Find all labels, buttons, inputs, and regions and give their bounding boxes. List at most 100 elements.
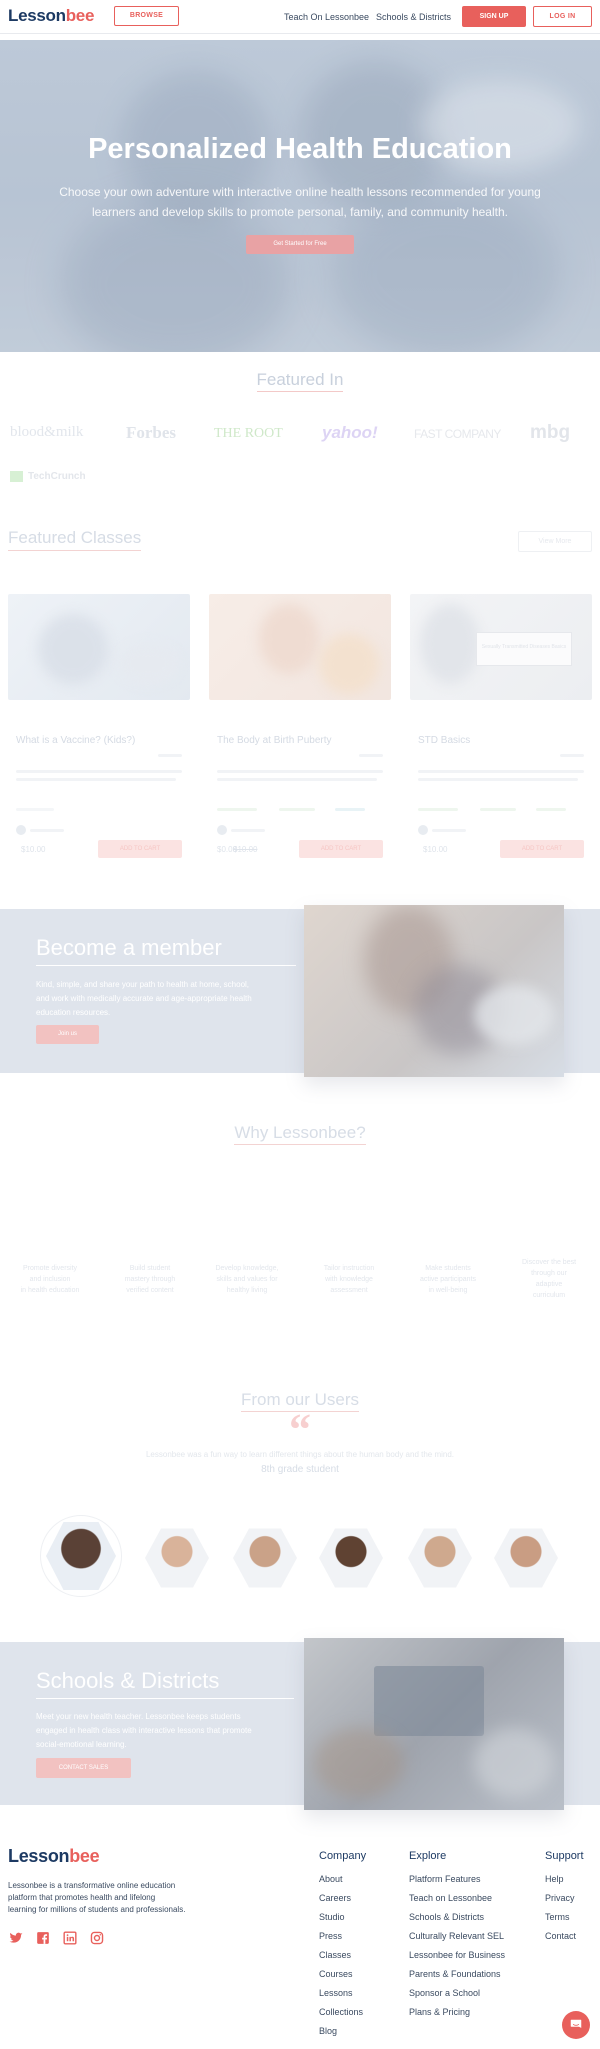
- user-avatar-2[interactable]: [145, 1528, 209, 1588]
- site-logo[interactable]: Lessonbee: [8, 6, 94, 26]
- class-card-image: [209, 594, 391, 700]
- footer-link-contact[interactable]: Contact: [545, 1931, 576, 1941]
- instructor-avatar: [16, 825, 26, 835]
- twitter-icon[interactable]: [9, 1931, 23, 1945]
- footer-logo[interactable]: Lessonbee: [8, 1846, 100, 1867]
- footer-link-collections[interactable]: Collections: [319, 2007, 363, 2017]
- schools-photo: [304, 1638, 564, 1810]
- class-card-1[interactable]: What is a Vaccine? (Kids?) $10.00 ADD TO…: [8, 594, 190, 864]
- footer-link-terms[interactable]: Terms: [545, 1912, 570, 1922]
- class-card-price: $10.00: [423, 845, 448, 854]
- logo-text-lesson: Lesson: [8, 6, 66, 25]
- become-member-heading: Become a member: [36, 935, 296, 966]
- teach-on-lessonbee-link[interactable]: Teach On Lessonbee: [284, 12, 369, 22]
- browse-button[interactable]: BROWSE: [114, 6, 179, 26]
- member-photo: [304, 905, 564, 1077]
- become-member-body: Kind, simple, and share your path to hea…: [36, 978, 252, 1020]
- footer-link-parents-foundations[interactable]: Parents & Foundations: [409, 1969, 501, 1979]
- footer-link-classes[interactable]: Classes: [319, 1950, 351, 1960]
- featured-classes-heading: Featured Classes: [8, 528, 142, 551]
- footer-link-plans-pricing[interactable]: Plans & Pricing: [409, 2007, 470, 2017]
- logo-text-bee: bee: [69, 1846, 100, 1866]
- user-avatar-6[interactable]: [494, 1528, 558, 1588]
- class-card-3[interactable]: Sexually Transmitted Diseases Basics STD…: [410, 594, 592, 864]
- why-lessonbee-section: Why Lessonbee?: [0, 1123, 600, 1145]
- add-to-cart-button[interactable]: ADD TO CART: [299, 840, 383, 858]
- logo-fast-company: FAST COMPANY: [414, 427, 501, 441]
- footer-link-lessons[interactable]: Lessons: [319, 1988, 353, 1998]
- footer-link-blog[interactable]: Blog: [319, 2026, 337, 2036]
- logo-techcrunch: TechCrunch: [28, 471, 86, 482]
- footer-link-privacy[interactable]: Privacy: [545, 1893, 575, 1903]
- get-started-button[interactable]: Get Started for Free: [246, 235, 354, 254]
- why-item-3: Develop knowledge, skills and values for h…: [215, 1265, 279, 1294]
- class-card-2[interactable]: The Body at Birth Puberty $0.00 $10.00 A…: [209, 594, 391, 864]
- footer-link-culturally-relevant-sel[interactable]: Culturally Relevant SEL: [409, 1931, 504, 1941]
- view-more-button[interactable]: View More: [518, 531, 592, 552]
- footer-link-press[interactable]: Press: [319, 1931, 342, 1941]
- member-body-line: and work with medically accurate and age…: [36, 994, 252, 1003]
- schools-districts-heading: Schools & Districts: [36, 1668, 294, 1699]
- hero-subtitle-line-2: learners and develop skills to promote p…: [92, 205, 508, 219]
- logo-blood-and-milk: blood&milk: [10, 424, 84, 440]
- facebook-icon[interactable]: [36, 1931, 50, 1945]
- class-card-title: STD Basics: [418, 735, 471, 746]
- footer-link-courses[interactable]: Courses: [319, 1969, 353, 1979]
- footer-link-platform-features[interactable]: Platform Features: [409, 1874, 481, 1884]
- techcrunch-icon: [10, 471, 23, 482]
- chat-icon[interactable]: [562, 2011, 590, 2039]
- join-us-button[interactable]: Join us: [36, 1025, 99, 1044]
- logo-text-bee: bee: [65, 6, 95, 25]
- class-card-price: $10.00: [21, 845, 46, 854]
- logo-the-root: THE ROOT: [214, 426, 283, 441]
- logo-forbes: Forbes: [126, 423, 177, 442]
- why-item-1: Promote diversity and inclusion in health …: [20, 1265, 80, 1294]
- user-avatar-5[interactable]: [408, 1528, 472, 1588]
- featured-in-section: Featured In: [0, 370, 600, 392]
- class-card-image: [8, 594, 190, 700]
- footer-link-lessonbee-for-business[interactable]: Lessonbee for Business: [409, 1950, 505, 1960]
- class-card-image: Sexually Transmitted Diseases Basics: [410, 594, 592, 700]
- sign-up-button[interactable]: SIGN UP: [462, 6, 526, 27]
- user-quote-text: Lessonbee was a fun way to learn differe…: [145, 1450, 455, 1459]
- why-item-4: Tailor instruction with knowledge assessme…: [323, 1265, 375, 1294]
- linkedin-icon[interactable]: [63, 1931, 77, 1945]
- logo-yahoo: yahoo!: [322, 423, 378, 442]
- why-item-2: Build student mastery through verified con…: [124, 1265, 176, 1294]
- footer-link-teach-on-lessonbee[interactable]: Teach on Lessonbee: [409, 1893, 492, 1903]
- instagram-icon[interactable]: [90, 1931, 104, 1945]
- footer-link-careers[interactable]: Careers: [319, 1893, 351, 1903]
- chat-bubble-icon: [570, 2019, 582, 2028]
- user-avatar-4[interactable]: [319, 1528, 383, 1588]
- hero-title: Personalized Health Education: [88, 133, 512, 165]
- contact-sales-button[interactable]: CONTACT SALES: [36, 1758, 131, 1778]
- quote-icon: “: [289, 1405, 311, 1454]
- footer-company-heading: Company: [319, 1850, 367, 1862]
- schools-districts-link[interactable]: Schools & Districts: [376, 12, 451, 22]
- footer-link-schools-districts[interactable]: Schools & Districts: [409, 1912, 484, 1922]
- footer-support-heading: Support: [545, 1850, 584, 1862]
- why-lessonbee-heading: Why Lessonbee?: [234, 1123, 366, 1145]
- footer-link-sponsor-a-school[interactable]: Sponsor a School: [409, 1988, 480, 1998]
- instructor-avatar: [217, 825, 227, 835]
- logo-text-lesson: Lesson: [8, 1846, 70, 1866]
- why-item-5: Make students active participants in well-…: [419, 1265, 477, 1294]
- instructor-avatar: [418, 825, 428, 835]
- footer-link-help[interactable]: Help: [545, 1874, 564, 1884]
- user-avatar-3[interactable]: [233, 1528, 297, 1588]
- footer-about: Lessonbee is a transformative online edu…: [8, 1881, 186, 1914]
- laptop-screen-image: [374, 1666, 484, 1736]
- footer-explore-heading: Explore: [409, 1850, 447, 1862]
- member-body-line: Kind, simple, and share your path to hea…: [36, 980, 250, 989]
- add-to-cart-button[interactable]: ADD TO CART: [98, 840, 182, 858]
- footer-link-studio[interactable]: Studio: [319, 1912, 345, 1922]
- std-image-caption: Sexually Transmitted Diseases Basics: [476, 632, 572, 666]
- add-to-cart-button[interactable]: ADD TO CART: [500, 840, 584, 858]
- class-card-title: The Body at Birth Puberty: [217, 735, 332, 746]
- logo-mbg: mbg: [530, 422, 571, 443]
- schools-districts-body: Meet your new health teacher. Lessonbee …: [36, 1710, 252, 1752]
- footer-link-about[interactable]: About: [319, 1874, 343, 1884]
- class-card-title: What is a Vaccine? (Kids?): [16, 735, 136, 746]
- log-in-button[interactable]: LOG IN: [533, 6, 592, 27]
- hero-section: Personalized Health Education Choose you…: [0, 40, 600, 352]
